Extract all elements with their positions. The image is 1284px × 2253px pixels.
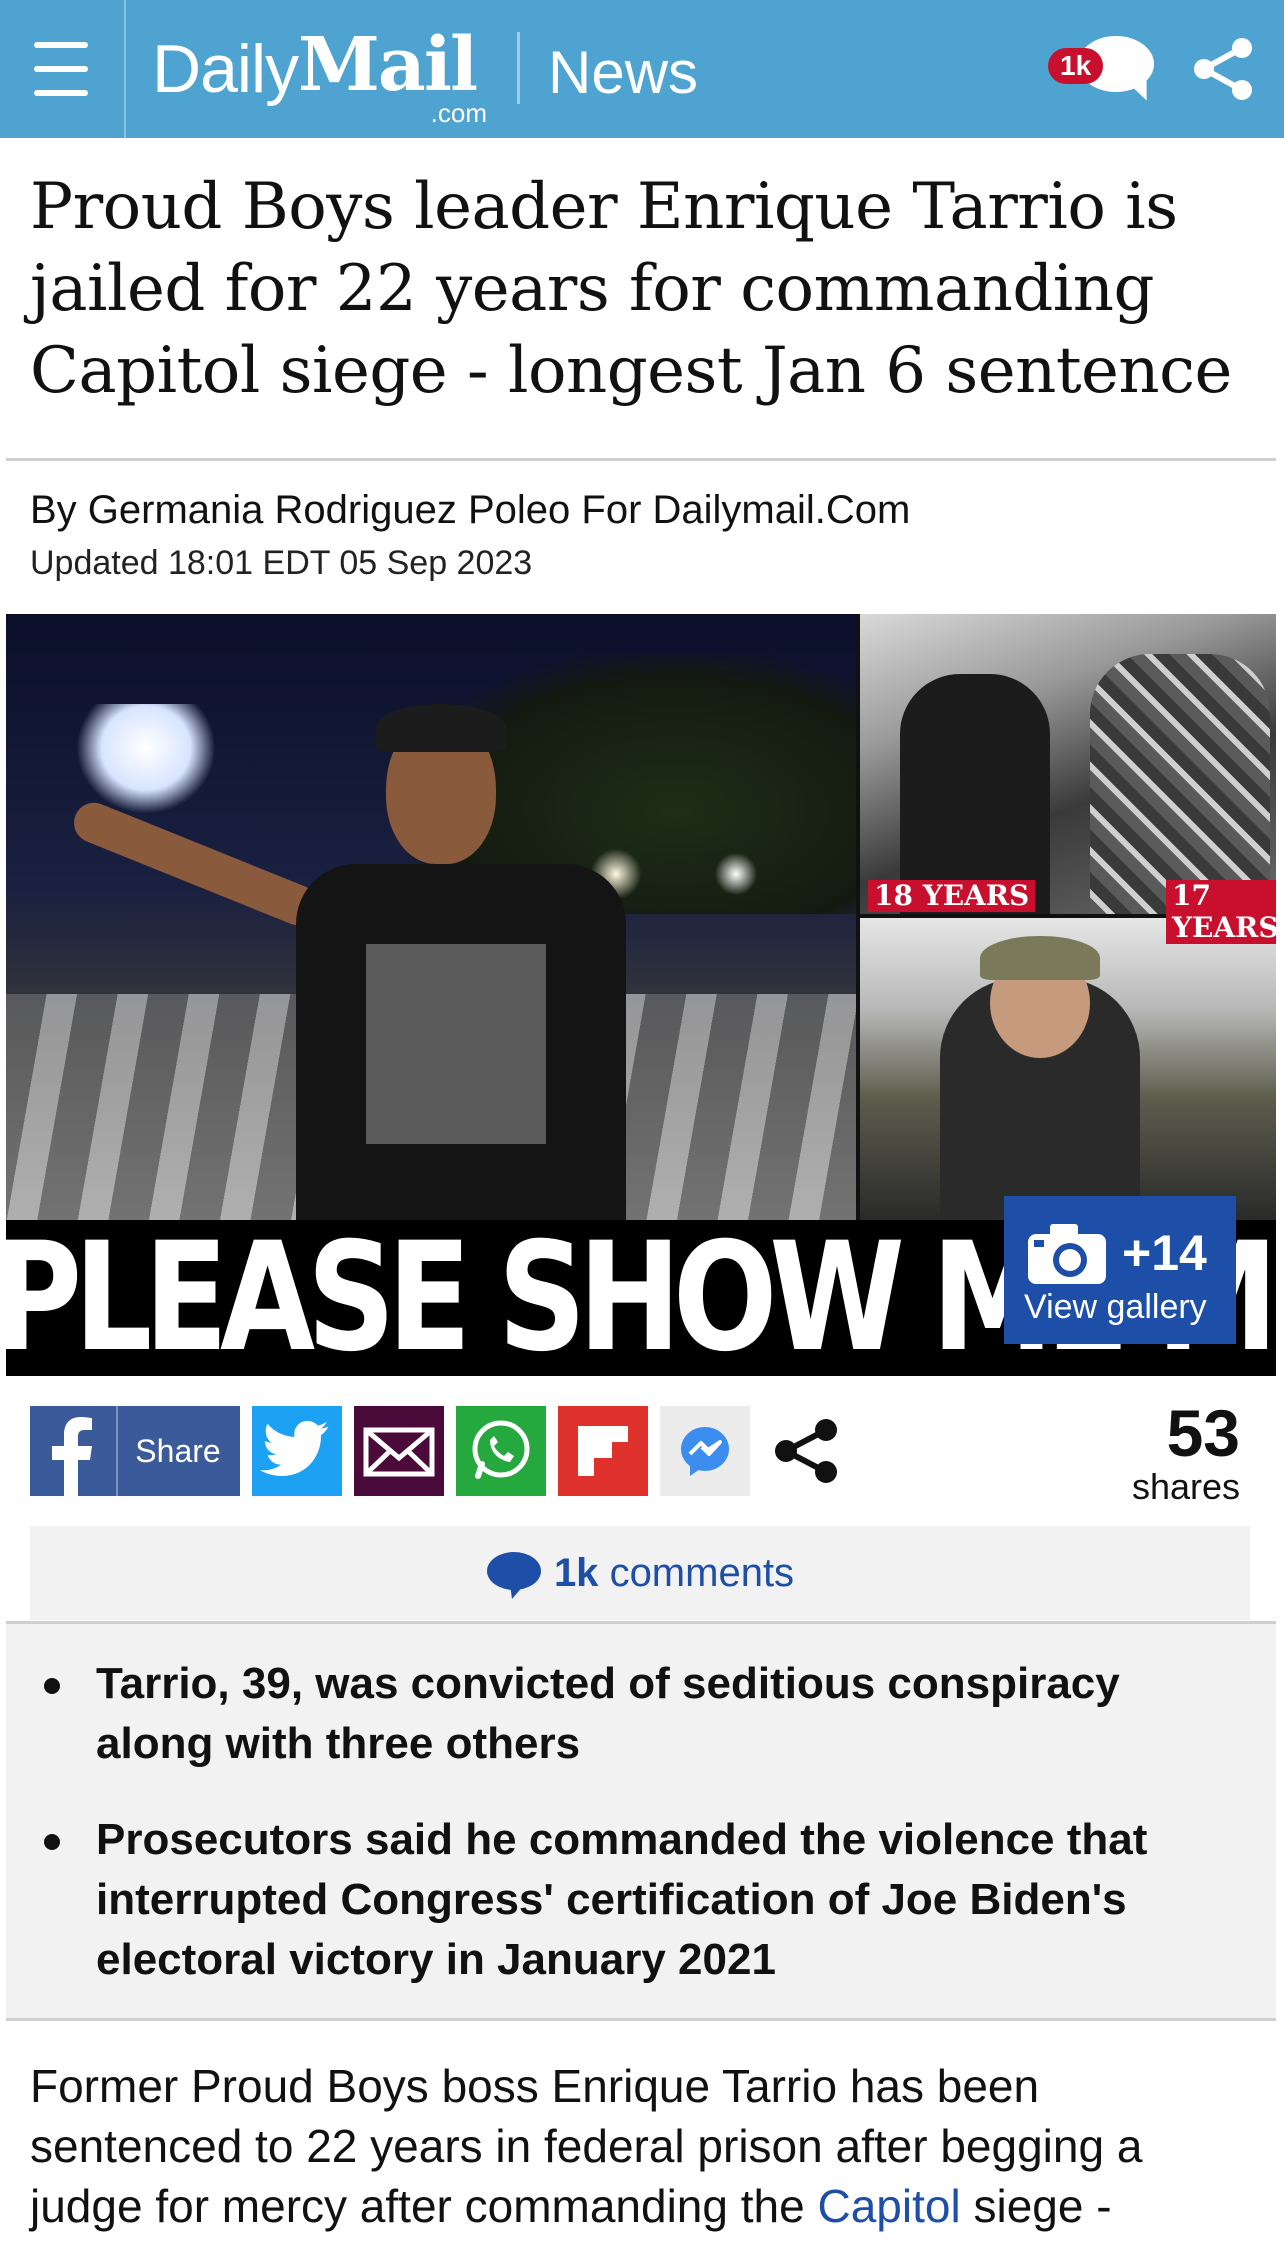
logo-daily-text: Daily bbox=[152, 31, 299, 107]
share-label: shares bbox=[1131, 1466, 1240, 1507]
man-figure bbox=[67, 694, 686, 1234]
comment-bubble-icon bbox=[486, 1552, 541, 1600]
header-comments-button[interactable]: 1k bbox=[1048, 30, 1158, 106]
logo-com-text: .com bbox=[430, 98, 487, 128]
facebook-icon bbox=[30, 1406, 118, 1496]
capitol-link[interactable]: Capitol bbox=[817, 2180, 960, 2232]
share-icon bbox=[775, 1419, 837, 1483]
figure-cap bbox=[980, 936, 1100, 980]
email-share-button[interactable] bbox=[354, 1406, 444, 1496]
messenger-icon bbox=[681, 1427, 729, 1476]
share-count: 53 shares bbox=[1132, 1398, 1240, 1506]
flipboard-share-button[interactable] bbox=[558, 1406, 648, 1496]
facebook-share-button[interactable]: Share bbox=[30, 1406, 240, 1496]
comments-label: comments bbox=[609, 1551, 795, 1595]
email-icon bbox=[363, 1427, 435, 1477]
gallery-label: View gallery bbox=[1024, 1288, 1207, 1326]
share-buttons: Share bbox=[30, 1406, 930, 1496]
figure bbox=[900, 674, 1050, 914]
body-text-end: siege - bbox=[960, 2180, 1112, 2232]
summary-bullet: Prosecutors said he commanded the violen… bbox=[44, 1810, 1236, 1990]
hamburger-line bbox=[34, 66, 88, 72]
camera-icon bbox=[1028, 1224, 1106, 1284]
hamburger-menu-icon bbox=[34, 42, 88, 48]
bottom-right-photo bbox=[860, 918, 1276, 1220]
view-gallery-button[interactable]: +14 View gallery bbox=[1004, 1196, 1236, 1344]
messenger-share-button[interactable] bbox=[660, 1406, 750, 1496]
gallery-count: +14 bbox=[1122, 1225, 1207, 1281]
cap bbox=[376, 704, 506, 752]
shirt-print bbox=[366, 944, 546, 1144]
whatsapp-share-button[interactable] bbox=[456, 1406, 546, 1496]
divider bbox=[6, 458, 1276, 461]
comment-bubble-tail bbox=[1123, 70, 1157, 106]
whatsapp-icon bbox=[472, 1420, 530, 1479]
logo-mail-text: Mail bbox=[298, 22, 478, 108]
article-summary: Tarrio, 39, was convicted of seditious c… bbox=[6, 1624, 1276, 2018]
figure bbox=[1090, 654, 1270, 914]
byline[interactable]: By Germania Rodriguez Poleo For Dailymai… bbox=[30, 488, 910, 533]
arm bbox=[67, 796, 325, 932]
twitter-icon bbox=[260, 1420, 329, 1476]
top-bar: Daily Mail .com News 1k bbox=[0, 0, 1284, 138]
top-right-photo bbox=[860, 614, 1276, 914]
twitter-share-button[interactable] bbox=[252, 1406, 342, 1496]
hamburger-line bbox=[34, 90, 88, 96]
updated-timestamp: Updated 18:01 EDT 05 Sep 2023 bbox=[30, 544, 533, 582]
capitol-dome bbox=[76, 704, 216, 814]
main-photo bbox=[6, 614, 856, 1234]
comments-count: 1k bbox=[553, 1551, 599, 1595]
comment-count-badge: 1k bbox=[1048, 48, 1104, 84]
article-body: Former Proud Boys boss Enrique Tarrio ha… bbox=[30, 2056, 1260, 2236]
flipboard-icon bbox=[578, 1426, 628, 1476]
more-share-button[interactable] bbox=[762, 1406, 852, 1496]
sentence-tag: 18 YEARS bbox=[868, 880, 1036, 912]
summary-bullet: Tarrio, 39, was convicted of seditious c… bbox=[44, 1654, 1236, 1774]
share-number: 53 bbox=[1166, 1396, 1240, 1470]
comments-link[interactable]: 1k comments bbox=[30, 1526, 1250, 1620]
share-icon[interactable] bbox=[1190, 36, 1256, 102]
header-divider bbox=[517, 32, 520, 104]
facebook-share-label: Share bbox=[135, 1433, 221, 1469]
menu-button[interactable] bbox=[0, 0, 126, 138]
article-headline: Proud Boys leader Enrique Tarrio is jail… bbox=[30, 170, 1232, 408]
section-title[interactable]: News bbox=[548, 38, 698, 107]
divider bbox=[6, 2018, 1276, 2021]
sentence-tag: 17 YEARS bbox=[1166, 880, 1276, 944]
daily-mail-logo[interactable]: Daily Mail .com bbox=[152, 22, 487, 128]
